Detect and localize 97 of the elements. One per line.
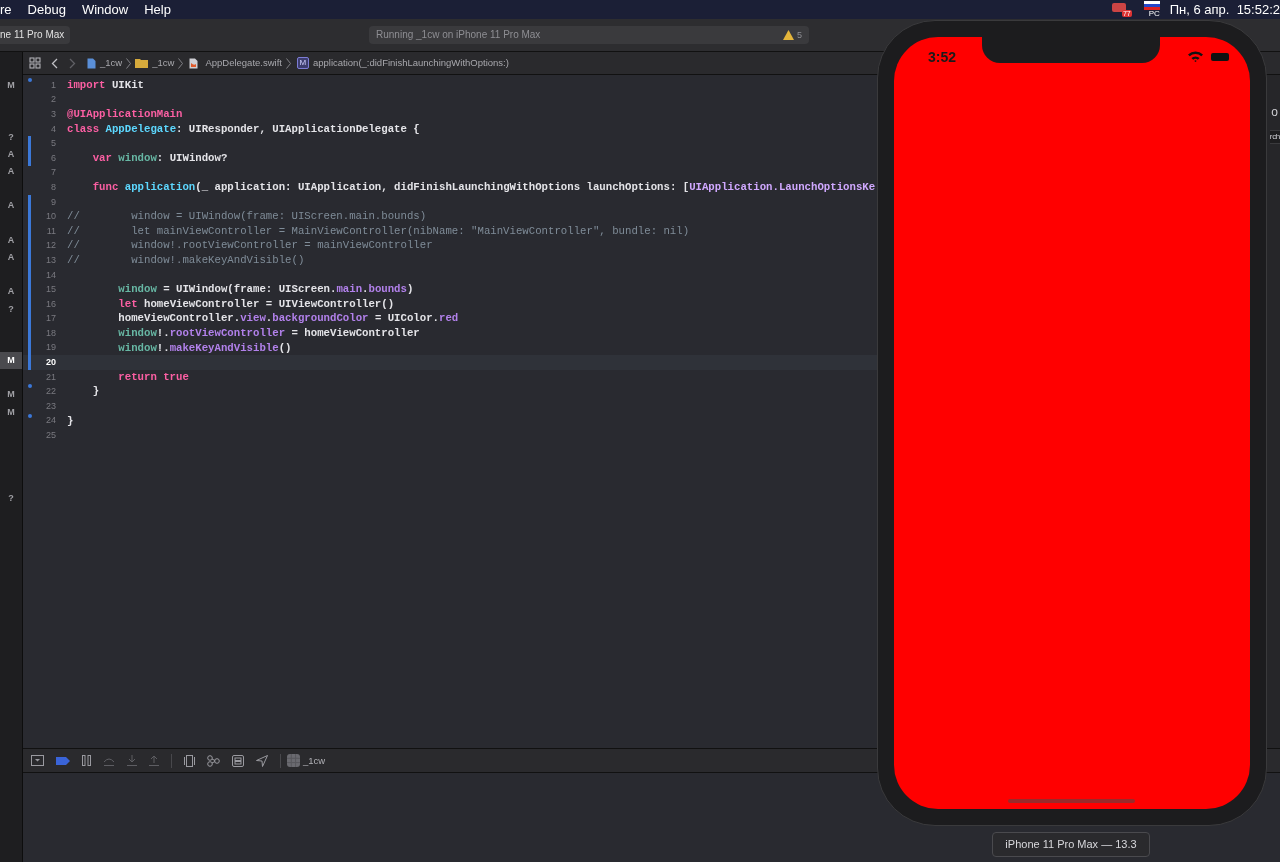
breadcrumb-item[interactable]: application(_:didFinishLaunchingWithOptions:) [312, 55, 509, 71]
source-control-status: ? [8, 132, 14, 142]
hide-console-icon [31, 755, 44, 766]
source-control-status: M [7, 356, 15, 366]
environment-icon [232, 754, 244, 767]
navigator-row[interactable]: M [0, 352, 22, 370]
code-line: return true [117, 371, 189, 383]
warning-icon [783, 30, 794, 40]
line-number: 22 [45, 387, 56, 397]
line-number: 11 [45, 226, 56, 236]
line-number: 18 [45, 328, 56, 338]
source-control-status: A [7, 167, 15, 177]
back-icon [51, 57, 58, 69]
location-icon [256, 754, 268, 767]
chevron-icon [126, 57, 132, 69]
line-number: 17 [45, 314, 56, 324]
code-line: window!.makeKeyAndVisible() [117, 342, 292, 354]
activity-status: Running _1cw on iPhone 11 Pro Max [376, 30, 542, 40]
code-line: } [91, 386, 100, 398]
menu-item[interactable]: Window [81, 3, 129, 16]
line-number: 13 [45, 255, 56, 265]
source-control-status: M [7, 390, 15, 400]
status-time: 3:52 [928, 50, 957, 64]
breakpoint-icon [56, 756, 70, 765]
code-line: homeViewController.view.backgroundColor = UIColor.red [117, 313, 459, 325]
source-control-status: M [7, 81, 15, 91]
swift-file-icon [189, 57, 199, 69]
source-control-status: A [7, 252, 15, 262]
menu-item[interactable]: Help [144, 3, 171, 16]
source-control-status: A [7, 287, 15, 297]
line-number: 14 [45, 270, 56, 280]
source-control-status: A [7, 149, 15, 159]
line-number: 23 [45, 401, 56, 411]
code-line: import UIKit [67, 79, 144, 91]
step-out-icon [149, 755, 159, 766]
source-control-status: ? [8, 493, 14, 503]
line-number: 10 [45, 212, 56, 222]
code-line: window = UIWindow(frame: UIScreen.main.bounds) [117, 284, 414, 295]
code-line: // window!.makeKeyAndVisible() [67, 255, 305, 266]
line-number: 3 [50, 110, 56, 119]
forward-icon [69, 57, 76, 69]
line-number: 1 [50, 80, 56, 90]
line-number: 8 [50, 182, 56, 192]
target-label[interactable]: _1cw [303, 755, 326, 766]
battery-icon [1211, 53, 1229, 61]
source-control-status: A [7, 235, 15, 245]
inspector-title: o [1271, 106, 1278, 118]
code-line: @UIApplicationMain [67, 109, 183, 120]
chevron-icon [285, 57, 291, 69]
line-number: 2 [50, 95, 56, 105]
method-badge: M [296, 57, 309, 69]
code-line: } [67, 415, 74, 427]
code-line: let homeViewController = UIViewController() [117, 298, 395, 310]
chevron-icon [178, 57, 184, 69]
folder-icon [135, 58, 149, 68]
code-line: // let mainViewController = MainViewController(nibName: "MainViewController", bundle: nil) [67, 225, 690, 237]
breadcrumb-item[interactable]: _1cw [100, 55, 123, 71]
code-line: // window!.rootViewController = mainViewController [67, 240, 433, 252]
search-field[interactable]: rch [1269, 130, 1280, 144]
step-over-icon [103, 755, 115, 766]
breadcrumb-item[interactable]: _1cw [152, 55, 175, 71]
device-label: iPhone 11 Pro Max — 13.3 [992, 832, 1150, 857]
grid-icon [29, 57, 41, 69]
line-number: 20 [45, 358, 56, 368]
line-number: 24 [45, 416, 56, 426]
code-line: // window = UIWindow(frame: UIScreen.main.bounds) [67, 211, 427, 222]
breadcrumb-item[interactable]: AppDelegate.swift [205, 55, 282, 71]
code-line: window!.rootViewController = homeViewController [117, 328, 420, 339]
warning-count[interactable]: 5 [797, 30, 802, 40]
line-number: 5 [50, 139, 56, 149]
memory-graph-icon [207, 754, 220, 767]
view-hierarchy-icon [184, 754, 195, 767]
code-line: var window: UIWindow? [91, 152, 228, 164]
source-control-status: A [7, 201, 15, 211]
code-line: func application(_ application: UIApplication, didFinishLaunchingWithOptions launchOptions: [UIApplication.LaunchOptionsKe [91, 182, 876, 193]
document-icon [87, 57, 96, 69]
scheme-button[interactable]: ne 11 Pro Max [0, 26, 70, 44]
code-line: class AppDelegate: UIResponder, UIApplicationDelegate { [67, 123, 420, 135]
menu-item[interactable]: re [0, 3, 12, 16]
app-icon [287, 754, 300, 767]
line-number: 12 [45, 241, 56, 251]
line-number: 7 [50, 168, 56, 178]
wifi-icon [1188, 51, 1203, 62]
source-control-status: M [7, 407, 15, 417]
line-number: 4 [50, 124, 56, 134]
step-into-icon [127, 755, 137, 766]
line-number: 15 [45, 285, 56, 295]
line-number: 6 [50, 153, 56, 163]
pause-icon [82, 755, 91, 766]
line-number: 21 [45, 372, 56, 382]
line-number: 19 [45, 343, 56, 353]
source-control-status: ? [8, 304, 14, 314]
menu-bar-clock[interactable]: Пн, 6 апр. 15:52:2 [1169, 3, 1280, 16]
line-number: 25 [45, 431, 56, 441]
menu-item[interactable]: Debug [27, 3, 66, 16]
line-number: 9 [50, 197, 56, 207]
line-number: 16 [45, 299, 56, 309]
